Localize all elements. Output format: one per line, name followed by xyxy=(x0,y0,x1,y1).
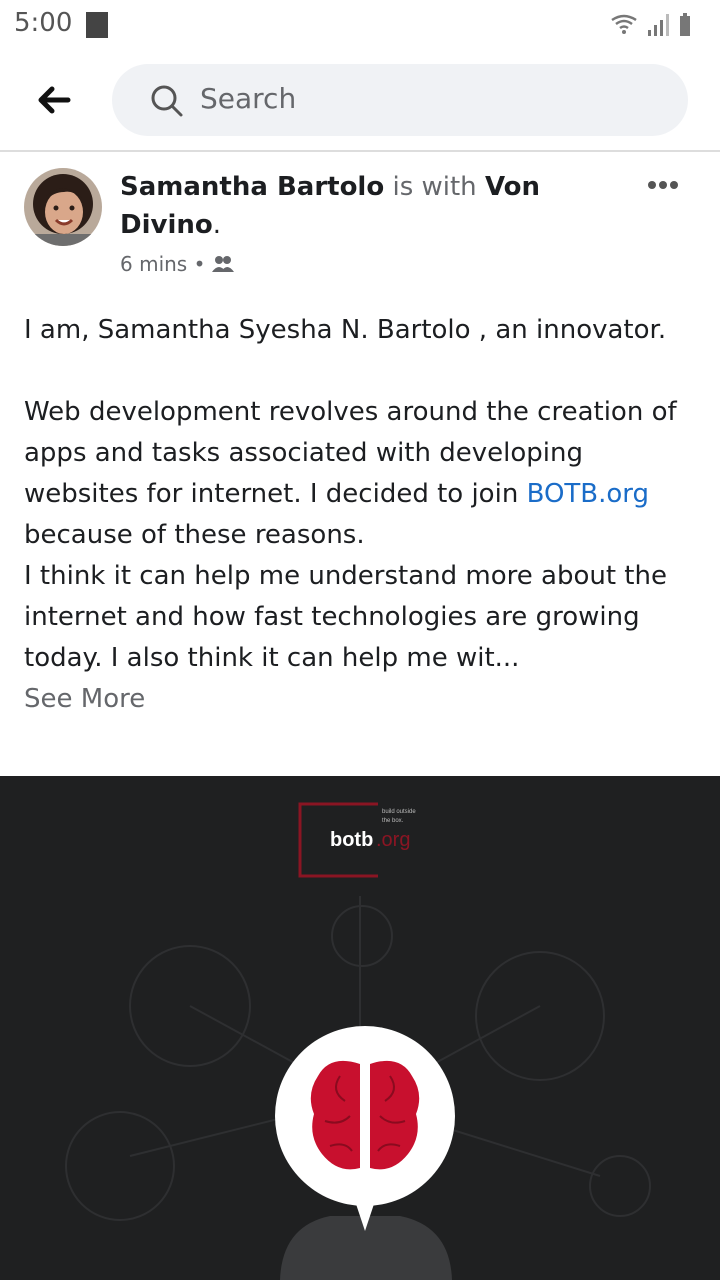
see-more-link[interactable]: See More xyxy=(24,684,145,714)
wifi-signal-battery-icon xyxy=(611,13,690,36)
post-author-line: Samantha Bartolo is with Von Divino. xyxy=(120,168,600,244)
logo-suffix: .org xyxy=(376,829,410,851)
post-header: Samantha Bartolo is with Von Divino. 6 m… xyxy=(0,152,720,292)
more-dot xyxy=(659,181,667,189)
post-time[interactable]: 6 mins xyxy=(120,252,187,276)
post-body-continued: I think it can help me understand more a… xyxy=(24,561,667,673)
top-header: Search xyxy=(0,50,720,152)
with-text: is with xyxy=(392,172,477,202)
logo-tagline-1: build outside xyxy=(382,809,416,815)
search-placeholder: Search xyxy=(200,82,297,115)
post-paragraph: Web development revolves around the crea… xyxy=(24,392,696,556)
meta-separator: • xyxy=(193,252,206,276)
back-arrow-icon xyxy=(38,86,71,114)
more-options-button[interactable] xyxy=(648,174,688,192)
post-intro: I am, Samantha Syesha N. Bartolo , an in… xyxy=(24,315,667,345)
author-name[interactable]: Samantha Bartolo xyxy=(120,172,384,202)
back-button[interactable] xyxy=(32,80,76,120)
more-dot xyxy=(670,181,678,189)
post-text: I am, Samantha Syesha N. Bartolo , an in… xyxy=(24,310,696,720)
tagged-suffix: . xyxy=(212,210,221,240)
profile-photo xyxy=(24,168,102,246)
post-meta: 6 mins • xyxy=(120,252,234,276)
logo-text: botb xyxy=(330,829,373,851)
post-body-text-2: because of these reasons. xyxy=(24,520,365,550)
more-dot xyxy=(648,181,656,189)
post-image[interactable]: botb .org build outside the box. xyxy=(0,776,720,1280)
search-icon xyxy=(151,85,183,117)
logo-tagline-2: the box. xyxy=(382,818,404,824)
status-icons xyxy=(608,10,708,40)
avatar[interactable] xyxy=(24,168,102,246)
friends-icon xyxy=(211,256,234,272)
botb-link[interactable]: BOTB.org xyxy=(527,479,649,509)
botb-graphic: botb .org build outside the box. xyxy=(65,802,651,1280)
status-time: 5:00 xyxy=(14,8,73,38)
status-bar: 5:00 xyxy=(0,0,720,50)
sim-card-icon xyxy=(86,12,108,38)
search-input[interactable]: Search xyxy=(112,64,688,136)
